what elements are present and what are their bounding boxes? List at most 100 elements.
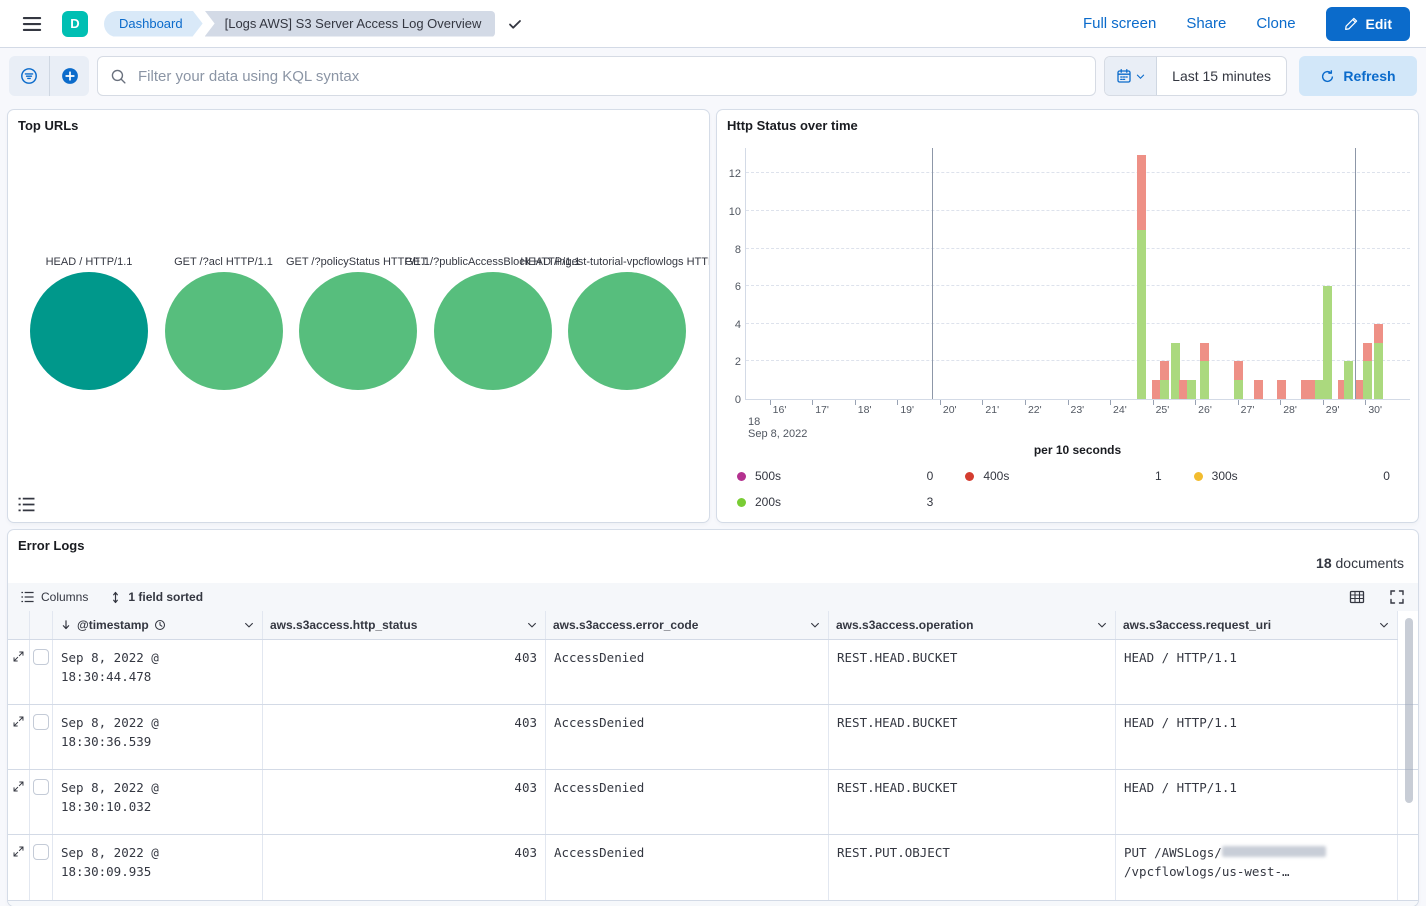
expand-icon[interactable] (12, 779, 26, 793)
legend-dot (737, 472, 746, 481)
pie-slice[interactable] (434, 272, 552, 390)
x-tick-label: 19' (900, 404, 914, 416)
row-expand-cell (8, 770, 30, 834)
x-tick-mark (1323, 400, 1324, 405)
x-tick-label: 16' (773, 404, 787, 416)
space-avatar[interactable]: D (62, 11, 88, 37)
bar-segment-200s (1344, 361, 1353, 399)
row-checkbox[interactable] (33, 714, 49, 730)
column-header-label: aws.s3access.request_uri (1123, 618, 1271, 632)
chevron-down-icon[interactable] (1378, 619, 1390, 631)
panel-title: Http Status over time (727, 118, 858, 133)
calendar-icon[interactable] (1105, 57, 1157, 95)
gridline (746, 248, 1410, 249)
stacked-bar[interactable] (1323, 286, 1332, 399)
share-button[interactable]: Share (1186, 15, 1226, 32)
pie-label: HEAD / HTTP/1.1 (46, 256, 133, 268)
legend-dot (965, 472, 974, 481)
http-status-cell: 403 (263, 705, 546, 769)
request-uri-cell: HEAD / HTTP/1.1 (1116, 640, 1398, 704)
sorted-fields-button[interactable]: 1 field sorted (110, 590, 203, 604)
pie-slice[interactable] (165, 272, 283, 390)
column-header-label: aws.s3access.error_code (553, 618, 698, 632)
chevron-down-icon[interactable] (1096, 619, 1108, 631)
row-select-cell (30, 770, 53, 834)
filter-circle-icon[interactable] (9, 56, 49, 96)
bar-segment-200s (1160, 380, 1169, 399)
stacked-bar[interactable] (1234, 361, 1243, 399)
column-header[interactable]: @timestamp (53, 611, 263, 639)
kql-search-input[interactable] (136, 67, 1083, 86)
stacked-bar[interactable] (1160, 361, 1169, 399)
add-filter-plus-icon[interactable] (49, 56, 89, 96)
stacked-bar[interactable] (1137, 155, 1146, 399)
x-tick-label: 25' (1156, 404, 1170, 416)
row-checkbox[interactable] (33, 649, 49, 665)
stacked-bar[interactable] (1344, 361, 1353, 399)
breadcrumb-title[interactable]: [Logs AWS] S3 Server Access Log Overview (205, 11, 496, 37)
stacked-bar[interactable] (1374, 324, 1383, 399)
bar-segment-200s (1137, 230, 1146, 399)
legend-item[interactable]: 300s0 (1182, 463, 1410, 489)
http-status-cell: 403 (263, 835, 546, 900)
x-axis-date-label: Sep 8, 2022 (748, 428, 807, 440)
time-range-button[interactable]: Last 15 minutes (1157, 57, 1286, 95)
stacked-bar[interactable] (1277, 380, 1286, 399)
expand-icon[interactable] (12, 844, 26, 858)
check-icon[interactable] (507, 16, 523, 32)
x-tick-label: 26' (1198, 404, 1212, 416)
stacked-bar[interactable] (1363, 343, 1372, 399)
bar-segment-400s (1137, 155, 1146, 230)
full-screen-button[interactable]: Full screen (1083, 15, 1156, 32)
column-header-label: @timestamp (77, 618, 149, 632)
row-checkbox[interactable] (33, 779, 49, 795)
clone-button[interactable]: Clone (1256, 15, 1295, 32)
y-tick-label: 2 (719, 356, 741, 368)
row-checkbox[interactable] (33, 844, 49, 860)
stacked-bar[interactable] (1254, 380, 1263, 399)
pie-slice[interactable] (30, 272, 148, 390)
fullscreen-icon[interactable] (1389, 589, 1405, 605)
pie-slice[interactable] (299, 272, 417, 390)
column-header[interactable]: aws.s3access.request_uri (1116, 611, 1398, 639)
row-expand-cell (8, 640, 30, 704)
chevron-down-icon[interactable] (243, 619, 255, 631)
legend-item[interactable]: 200s3 (725, 489, 953, 515)
dashboard-area: Top URLs HEAD / HTTP/1.1GET /?acl HTTP/1… (0, 104, 1426, 906)
request-uri-cell: HEAD / HTTP/1.1 (1116, 705, 1398, 769)
breadcrumb-dashboard[interactable]: Dashboard (104, 11, 203, 37)
y-tick-label: 12 (719, 168, 741, 180)
panel-error-logs: Error Logs 18 documents Columns 1 field … (8, 530, 1418, 906)
legend-list-icon[interactable] (18, 495, 38, 513)
stacked-bar[interactable] (1187, 380, 1196, 399)
expand-icon[interactable] (12, 649, 26, 663)
legend-item[interactable]: 500s0 (725, 463, 953, 489)
error-code-cell: AccessDenied (546, 640, 829, 704)
columns-button[interactable]: Columns (21, 590, 88, 604)
pie-slice[interactable] (568, 272, 686, 390)
x-tick-mark (1280, 400, 1281, 405)
x-axis-hour-label: 18 (748, 416, 760, 428)
http-status-cell: 403 (263, 640, 546, 704)
refresh-button[interactable]: Refresh (1299, 56, 1417, 96)
x-tick-label: 28' (1283, 404, 1297, 416)
timestamp-cell: Sep 8, 2022 @ 18:30:09.935 (53, 835, 263, 900)
time-picker: Last 15 minutes (1104, 56, 1287, 96)
expand-icon[interactable] (12, 714, 26, 728)
column-header[interactable]: aws.s3access.error_code (546, 611, 829, 639)
menu-icon[interactable] (16, 8, 48, 40)
vertical-scrollbar[interactable] (1405, 618, 1413, 803)
bar-segment-200s (1374, 343, 1383, 399)
panel-top-urls: Top URLs HEAD / HTTP/1.1GET /?acl HTTP/1… (8, 110, 709, 522)
chevron-down-icon[interactable] (809, 619, 821, 631)
datagrid-body: Sep 8, 2022 @ 18:30:44.478403AccessDenie… (8, 640, 1418, 906)
x-tick-mark (855, 400, 856, 405)
column-header[interactable]: aws.s3access.http_status (263, 611, 546, 639)
legend-item[interactable]: 400s1 (953, 463, 1181, 489)
edit-button[interactable]: Edit (1326, 7, 1410, 41)
chevron-down-icon[interactable] (526, 619, 538, 631)
stacked-bar[interactable] (1200, 343, 1209, 399)
operation-cell: REST.HEAD.BUCKET (829, 770, 1116, 834)
column-header[interactable]: aws.s3access.operation (829, 611, 1116, 639)
grid-density-icon[interactable] (1349, 589, 1365, 605)
